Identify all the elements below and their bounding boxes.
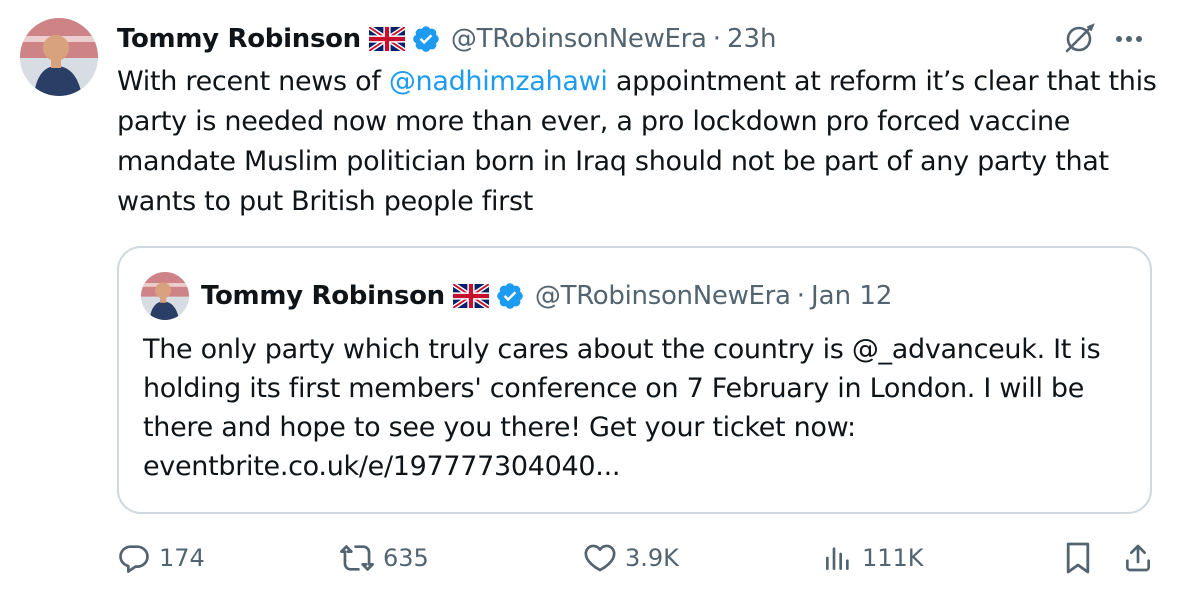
separator-dot: · [796, 281, 805, 311]
verified-badge-icon[interactable] [411, 24, 441, 54]
reply-count: 174 [159, 544, 205, 572]
tweet-text-before: With recent news of [117, 66, 389, 97]
uk-flag-icon [451, 282, 491, 310]
tweet-timestamp[interactable]: 23h [727, 24, 777, 54]
repost-icon [340, 545, 374, 571]
tweet-text: With recent news of @nadhimzahawi appoin… [117, 62, 1167, 222]
share-icon[interactable] [1122, 541, 1154, 575]
quoted-author-name: Tommy Robinson [201, 281, 445, 311]
views-icon [826, 547, 849, 570]
like-count: 3.9K [625, 544, 679, 572]
mention-link[interactable]: @nadhimzahawi [389, 66, 608, 97]
reply-icon [119, 545, 149, 573]
action-bar-right [1064, 536, 1154, 580]
uk-flag-icon [367, 25, 407, 53]
bookmark-icon[interactable] [1064, 541, 1092, 575]
action-bar: 174 635 3.9K 111K [117, 536, 1154, 580]
repost-button[interactable]: 635 [339, 536, 429, 580]
quoted-author-handle: @TRobinsonNewEra [534, 281, 791, 311]
like-button[interactable]: 3.9K [583, 536, 679, 580]
quoted-author-avatar[interactable] [141, 272, 189, 320]
author-name[interactable]: Tommy Robinson [117, 24, 361, 54]
views-button[interactable]: 111K [822, 536, 924, 580]
reply-button[interactable]: 174 [117, 536, 205, 580]
verified-badge-icon [495, 281, 525, 311]
tweet[interactable]: Tommy Robinson @TRobinsonNewEra · 23h Wi… [0, 0, 1182, 596]
quoted-tweet-date: Jan 12 [810, 281, 893, 311]
separator-dot: · [712, 24, 721, 54]
more-options-icon[interactable] [1114, 34, 1144, 44]
quoted-tweet[interactable]: Tommy Robinson @TRobinsonNewEra · Jan 12 [117, 246, 1152, 514]
view-count: 111K [862, 544, 924, 572]
author-handle[interactable]: @TRobinsonNewEra [451, 24, 707, 54]
quoted-tweet-header: Tommy Robinson @TRobinsonNewEra · Jan 12 [201, 274, 892, 318]
repost-count: 635 [383, 544, 429, 572]
quoted-tweet-text: The only party which truly cares about t… [143, 334, 1101, 482]
grok-icon[interactable] [1062, 22, 1096, 56]
tweet-header: Tommy Robinson @TRobinsonNewEra · 23h [117, 18, 1162, 60]
header-actions [1062, 18, 1144, 60]
author-avatar[interactable] [20, 18, 98, 96]
heart-icon [584, 544, 616, 572]
